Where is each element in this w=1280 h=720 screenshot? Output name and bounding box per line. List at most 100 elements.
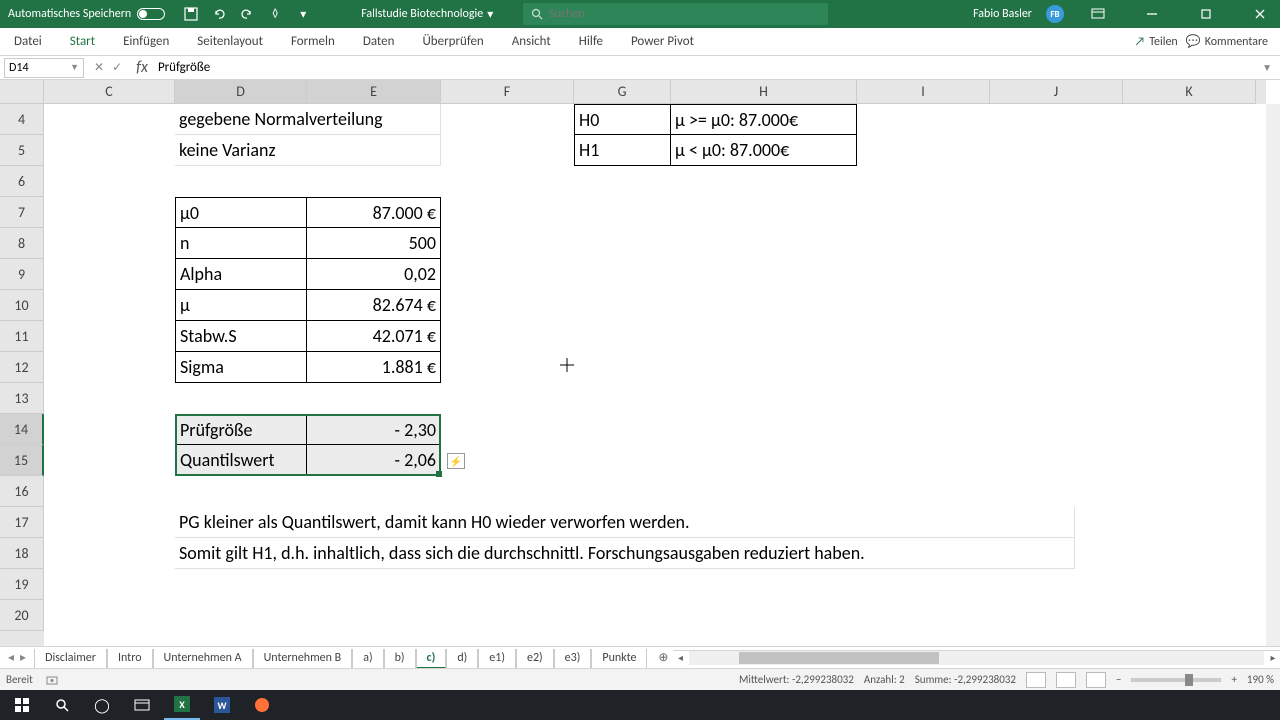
sheet-tab-a[interactable]: a)	[352, 649, 383, 669]
row-header-13[interactable]: 13	[0, 383, 44, 414]
excel-taskbar-icon[interactable]: X	[164, 690, 200, 720]
sheet-tab-unternehmena[interactable]: Unternehmen A	[153, 649, 253, 669]
ribbon-tab-start[interactable]: Start	[56, 28, 109, 55]
taskbar-search-icon[interactable]	[44, 690, 80, 720]
quick-analysis-icon[interactable]: ⚡	[447, 453, 465, 469]
sheet-nav-prev-icon[interactable]: ◂	[8, 650, 14, 665]
column-header-K[interactable]: K	[1123, 80, 1256, 104]
add-sheet-button[interactable]: ⊕	[653, 648, 673, 668]
close-button[interactable]	[1240, 0, 1280, 28]
row-header-5[interactable]: 5	[0, 135, 44, 166]
cell-E15[interactable]: - 2,06	[307, 445, 441, 476]
fx-icon[interactable]: fx	[132, 58, 152, 77]
sheet-tab-e1[interactable]: e1)	[478, 649, 516, 669]
column-header-J[interactable]: J	[990, 80, 1123, 104]
cell-G5[interactable]: H1	[574, 135, 671, 166]
cell-E10[interactable]: 82.674 €	[307, 290, 441, 321]
row-header-14[interactable]: 14	[0, 414, 44, 445]
row-header-10[interactable]: 10	[0, 290, 44, 321]
cell-D10[interactable]: µ	[175, 290, 307, 321]
accept-formula-icon[interactable]: ✓	[112, 60, 122, 75]
cell-D8[interactable]: n	[175, 228, 307, 259]
file-name[interactable]: Fallstudie Biotechnologie ▾	[361, 7, 493, 22]
record-macro-icon[interactable]	[45, 673, 59, 687]
column-header-F[interactable]: F	[441, 80, 574, 104]
sheet-tab-unternehmenb[interactable]: Unternehmen B	[253, 649, 353, 669]
row-header-19[interactable]: 19	[0, 569, 44, 600]
save-icon[interactable]	[183, 6, 199, 22]
cancel-formula-icon[interactable]: ✕	[94, 60, 104, 75]
sheet-tab-b[interactable]: b)	[384, 649, 416, 669]
row-header-20[interactable]: 20	[0, 600, 44, 631]
row-header-8[interactable]: 8	[0, 228, 44, 259]
cortana-icon[interactable]: ◯	[84, 690, 120, 720]
user-name[interactable]: Fabio Basler	[973, 7, 1032, 21]
ribbon-tab-überprüfen[interactable]: Überprüfen	[408, 28, 497, 55]
ribbon-tab-datei[interactable]: Datei	[0, 28, 56, 55]
row-header-15[interactable]: 15	[0, 445, 44, 476]
row-header-17[interactable]: 17	[0, 507, 44, 538]
sheet-tab-disclaimer[interactable]: Disclaimer	[34, 649, 107, 669]
redo-icon[interactable]	[239, 6, 255, 22]
share-button[interactable]: ↗Teilen	[1135, 34, 1178, 49]
ribbon-tab-hilfe[interactable]: Hilfe	[565, 28, 617, 55]
cell-E9[interactable]: 0,02	[307, 259, 441, 290]
comments-button[interactable]: 💬Kommentare	[1186, 34, 1268, 49]
view-normal-icon[interactable]	[1026, 672, 1046, 688]
column-header-C[interactable]: C	[44, 80, 175, 104]
sheet-nav-next-icon[interactable]: ▸	[20, 650, 26, 665]
cell-D15[interactable]: Quantilswert	[175, 445, 307, 476]
column-header-G[interactable]: G	[574, 80, 671, 104]
user-avatar[interactable]: FB	[1046, 5, 1064, 23]
sheet-tab-d[interactable]: d)	[446, 649, 478, 669]
cell-D18[interactable]: Somit gilt H1, d.h. inhaltlich, dass sic…	[175, 538, 1075, 569]
ribbon-tab-ansicht[interactable]: Ansicht	[498, 28, 565, 55]
zoom-slider[interactable]	[1131, 678, 1221, 682]
view-page-layout-icon[interactable]	[1056, 672, 1076, 688]
cell-D17[interactable]: PG kleiner als Quantilswert, damit kann …	[175, 507, 1075, 538]
ribbon-tab-daten[interactable]: Daten	[349, 28, 409, 55]
ribbon-tab-einfügen[interactable]: Einfügen	[109, 28, 183, 55]
hscroll-left-icon[interactable]: ◂	[673, 651, 687, 665]
vertical-scrollbar[interactable]	[1266, 104, 1280, 646]
cell-E7[interactable]: 87.000 €	[307, 197, 441, 228]
row-header-7[interactable]: 7	[0, 197, 44, 228]
row-header-4[interactable]: 4	[0, 104, 44, 135]
ribbon-tab-power pivot[interactable]: Power Pivot	[617, 28, 708, 55]
row-header-6[interactable]: 6	[0, 166, 44, 197]
column-header-E[interactable]: E	[307, 80, 441, 104]
word-taskbar-icon[interactable]: W	[204, 690, 240, 720]
ribbon-mode-icon[interactable]	[1078, 0, 1118, 28]
toggle-switch-icon[interactable]	[137, 8, 165, 20]
maximize-button[interactable]	[1186, 0, 1226, 28]
undo-icon[interactable]	[211, 6, 227, 22]
minimize-button[interactable]	[1132, 0, 1172, 28]
cell-H4[interactable]: µ >= µ0: 87.000€	[671, 104, 857, 135]
cell-D11[interactable]: Stabw.S	[175, 321, 307, 352]
search-box[interactable]	[523, 3, 828, 25]
autosave-toggle[interactable]: Automatisches Speichern	[0, 7, 173, 21]
select-all-corner[interactable]	[0, 80, 44, 104]
chevron-down-icon[interactable]: ▼	[70, 62, 79, 73]
touch-mode-icon[interactable]: ◊	[267, 6, 283, 22]
horizontal-scrollbar[interactable]	[689, 651, 1264, 665]
qat-dropdown-icon[interactable]: ▾	[295, 6, 311, 22]
name-box[interactable]: D14 ▼	[4, 58, 84, 78]
cell-D9[interactable]: Alpha	[175, 259, 307, 290]
column-header-H[interactable]: H	[671, 80, 857, 104]
start-button[interactable]	[4, 690, 40, 720]
spreadsheet-grid[interactable]: CDEFGHIJK 4567891011121314151617181920 g…	[0, 80, 1280, 646]
row-header-16[interactable]: 16	[0, 476, 44, 507]
zoom-in-button[interactable]: +	[1231, 673, 1236, 686]
cell-H5[interactable]: µ < µ0: 87.000€	[671, 135, 857, 166]
cell-E12[interactable]: 1.881 €	[307, 352, 441, 383]
search-input[interactable]	[549, 7, 820, 21]
cell-E14[interactable]: - 2,30	[307, 414, 441, 445]
hscroll-right-icon[interactable]: ▸	[1266, 651, 1280, 665]
ribbon-tab-seitenlayout[interactable]: Seitenlayout	[183, 28, 277, 55]
cell-D14[interactable]: Prüfgröße	[175, 414, 307, 445]
cell-G4[interactable]: H0	[574, 104, 671, 135]
cell-E11[interactable]: 42.071 €	[307, 321, 441, 352]
zoom-level[interactable]: 190 %	[1247, 673, 1274, 686]
expand-formula-icon[interactable]: ▼	[1254, 61, 1280, 74]
